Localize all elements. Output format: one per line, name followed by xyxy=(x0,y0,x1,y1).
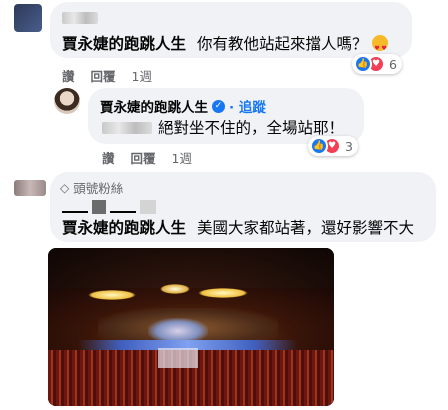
like-button[interactable]: 讚 xyxy=(62,66,75,85)
heart-eyes-emoji-icon: ♥ ♥ xyxy=(372,35,389,52)
page-avatar[interactable] xyxy=(54,88,80,114)
reply-button[interactable]: 回覆 xyxy=(131,148,156,167)
like-reaction-icon: 👍 xyxy=(354,55,372,73)
timestamp[interactable]: 1週 xyxy=(172,148,192,167)
reply-button[interactable]: 回覆 xyxy=(91,66,116,85)
reply-author[interactable]: 賈永婕的跑跳人生 xyxy=(100,96,208,116)
blurred-mention xyxy=(102,122,152,134)
comment-bubble: ◇ 頭號粉絲 賈永婕的跑跳人生 美國大家都站著，還好影響不大 xyxy=(50,172,436,242)
reaction-count: 6 xyxy=(389,56,397,72)
like-button[interactable]: 讚 xyxy=(102,148,115,167)
comment-text: 美國大家都站著，還好影響不大 xyxy=(196,219,414,237)
tagged-name[interactable]: 賈永婕的跑跳人生 xyxy=(62,219,186,237)
comment-actions: 讚 回覆 1週 xyxy=(62,66,168,85)
badge-label: 頭號粉絲 xyxy=(73,181,124,196)
comment-text: 你有教他站起來擋人嗎？ xyxy=(196,35,368,53)
reply-actions: 讚 回覆 1週 xyxy=(102,148,208,167)
commenter-avatar[interactable] xyxy=(14,180,46,196)
blurred-username xyxy=(62,200,158,214)
follow-link[interactable]: · 追蹤 xyxy=(229,96,266,116)
timestamp[interactable]: 1週 xyxy=(132,66,152,85)
blurred-username xyxy=(62,12,98,24)
concert-photo[interactable] xyxy=(48,248,334,406)
tagged-name[interactable]: 賈永婕的跑跳人生 xyxy=(62,35,186,53)
diamond-icon: ◇ xyxy=(60,180,70,195)
top-fan-badge: ◇ 頭號粉絲 xyxy=(60,178,123,197)
commenter-avatar[interactable] xyxy=(14,4,42,32)
reaction-summary[interactable]: 👍 ♥ 6 xyxy=(352,54,402,74)
reply-text: 絕對坐不住的，全場站耶！ xyxy=(158,119,345,137)
like-reaction-icon: 👍 xyxy=(310,137,328,155)
comment-bubble: 賈永婕的跑跳人生 你有教他站起來擋人嗎？ ♥ ♥ xyxy=(50,2,412,58)
verified-badge-icon: ✓ xyxy=(212,99,225,113)
reply-reaction-summary[interactable]: 👍 ♥ 3 xyxy=(308,136,358,156)
reaction-count: 3 xyxy=(345,138,353,154)
